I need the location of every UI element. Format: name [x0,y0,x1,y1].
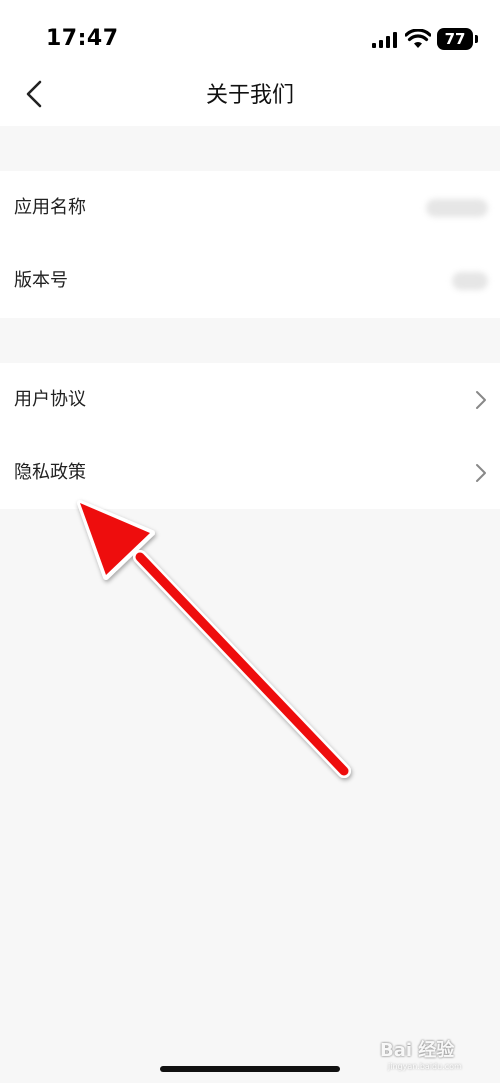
version-value-blurred [452,272,488,290]
info-group: 应用名称 版本号 [0,171,500,318]
chevron-right-icon [476,464,486,482]
chevron-left-icon[interactable] [16,74,56,114]
baidu-watermark: Bai 经验 jingyan.baidu.com [380,1028,490,1078]
row-version: 版本号 [0,244,500,317]
row-label-version: 版本号 [14,270,68,291]
link-group: 用户协议 隐私政策 [0,363,500,509]
battery-cap [475,35,478,43]
status-time: 17:47 [46,26,119,51]
nav-bar: 关于我们 [0,66,500,126]
row-label-user-agreement: 用户协议 [14,389,86,410]
page-title: 关于我们 [205,83,294,108]
signal-icon [372,32,397,48]
row-user-agreement[interactable]: 用户协议 [0,363,500,436]
app-name-value-blurred [426,199,488,217]
watermark-text: Bai 经验 [380,1040,455,1061]
row-label-app-name: 应用名称 [14,197,86,218]
wifi-icon [405,29,431,48]
watermark-sub: jingyan.baidu.com [388,1062,462,1071]
battery-level: 77 [444,30,466,48]
home-indicator [160,1066,340,1072]
chevron-right-icon [476,391,486,409]
row-app-name: 应用名称 [0,171,500,244]
battery-icon: 77 [437,28,479,50]
red-arrow-icon [77,500,351,778]
status-bar: 17:47 77 [0,0,500,66]
